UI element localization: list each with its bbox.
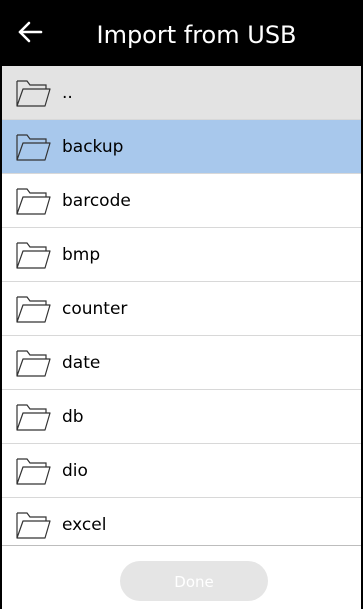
folder-icon (16, 458, 51, 485)
list-item-label: counter (62, 299, 128, 319)
list-item-parent-folder[interactable]: .. (2, 66, 361, 120)
folder-icon (16, 80, 51, 107)
list-item-label: barcode (62, 191, 131, 211)
footer-bar: Done (2, 545, 361, 609)
folder-list: .. backup barcode bmp counter date db di… (2, 66, 361, 545)
folder-icon (16, 296, 51, 323)
folder-icon (16, 242, 51, 269)
folder-icon (16, 188, 51, 215)
done-button[interactable]: Done (120, 561, 268, 601)
list-item-label: .. (62, 83, 73, 103)
list-item-label: dio (62, 461, 88, 481)
list-item-label: date (62, 353, 101, 373)
list-item-label: bmp (62, 245, 101, 265)
import-dialog: Import from USB .. backup barcode bmp co… (0, 0, 363, 609)
folder-icon (16, 134, 51, 161)
list-item-barcode[interactable]: barcode (2, 174, 361, 228)
arrow-left-icon (18, 21, 43, 43)
list-item-label: db (62, 407, 84, 427)
list-item-db[interactable]: db (2, 390, 361, 444)
list-item-backup[interactable]: backup (2, 120, 361, 174)
back-button[interactable] (10, 10, 50, 54)
header-bar: Import from USB (2, 0, 361, 66)
list-item-bmp[interactable]: bmp (2, 228, 361, 282)
list-item-date[interactable]: date (2, 336, 361, 390)
list-item-label: excel (62, 515, 107, 535)
list-item-label: backup (62, 137, 124, 157)
page-title: Import from USB (96, 21, 297, 49)
list-item-excel[interactable]: excel (2, 498, 361, 545)
folder-icon (16, 350, 51, 377)
folder-icon (16, 404, 51, 431)
folder-icon (16, 512, 51, 539)
list-item-counter[interactable]: counter (2, 282, 361, 336)
list-item-dio[interactable]: dio (2, 444, 361, 498)
